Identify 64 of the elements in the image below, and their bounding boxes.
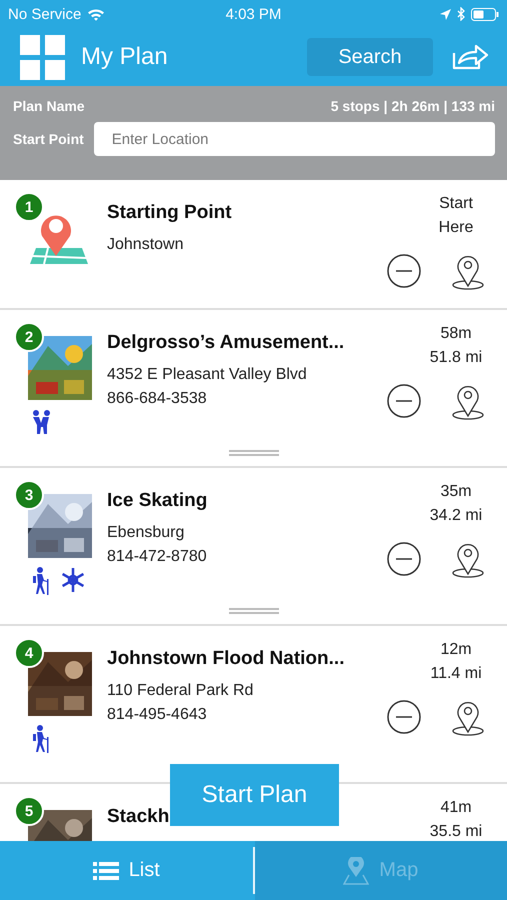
clock-text: 4:03 PM	[226, 6, 282, 22]
remove-stop-button[interactable]	[387, 254, 421, 290]
bluetooth-icon	[457, 7, 465, 21]
stop-title: Johnstown Flood Nation...	[107, 648, 346, 670]
travel-time-text: 35m	[440, 482, 472, 502]
remove-icon	[387, 254, 421, 288]
directions-button[interactable]	[451, 254, 485, 290]
wifi-icon	[87, 8, 106, 20]
distance-text: Here	[438, 218, 474, 238]
stop-title: Stackh	[107, 806, 170, 828]
travel-time-text: 41m	[440, 798, 472, 818]
distance-text: 51.8 mi	[430, 348, 482, 368]
stop-detail-text: Johnstown	[107, 236, 184, 254]
stop-title: Delgrosso’s Amusement...	[107, 332, 346, 354]
stop-detail-text: 110 Federal Park Rd	[107, 682, 254, 700]
battery-icon	[471, 8, 499, 20]
stop-number-badge: 1	[14, 192, 44, 222]
travel-time-text: Start	[439, 194, 473, 214]
stop-detail-text: Ebensburg	[107, 524, 186, 542]
directions-button[interactable]	[451, 384, 485, 420]
location-pin-icon	[451, 700, 485, 736]
share-icon[interactable]	[451, 43, 489, 71]
distance-text: 34.2 mi	[430, 506, 482, 526]
stop-detail-text: 866-684-3538	[107, 390, 208, 408]
stop-number-badge: 4	[14, 638, 44, 668]
location-arrow-icon	[440, 8, 451, 20]
stop-detail-text: 4352 E Pleasant Valley Blvd	[107, 366, 308, 384]
distance-text: 35.5 mi	[430, 822, 482, 841]
plan-summary: 5 stops | 2h 26m | 133 mi	[330, 98, 495, 114]
plan-name-label: Plan Name	[13, 98, 85, 114]
remove-stop-button[interactable]	[387, 542, 421, 578]
stop-row[interactable]: 1 Starting Point Johnstown Start Here	[0, 180, 507, 310]
stop-title: Ice Skating	[107, 490, 208, 512]
page-title: My Plan	[81, 43, 169, 71]
drag-handle[interactable]	[229, 608, 279, 614]
grid-menu-icon[interactable]	[20, 34, 65, 80]
start-point-label: Start Point	[13, 131, 84, 147]
stop-number-badge: 5	[14, 796, 44, 826]
remove-stop-button[interactable]	[387, 384, 421, 420]
location-pin-icon	[451, 384, 485, 420]
directions-button[interactable]	[451, 542, 485, 578]
stop-number-badge: 3	[14, 480, 44, 510]
travel-time-text: 58m	[440, 324, 472, 344]
stop-number-badge: 2	[14, 322, 44, 352]
remove-stop-button[interactable]	[387, 700, 421, 736]
distance-text: 11.4 mi	[430, 664, 482, 684]
remove-icon	[387, 542, 421, 576]
travel-time-text: 12m	[440, 640, 472, 660]
location-pin-icon	[451, 254, 485, 290]
location-pin-icon	[451, 542, 485, 578]
stop-detail-text: 814-472-8780	[107, 548, 208, 566]
remove-icon	[387, 384, 421, 418]
location-input-field[interactable]: Enter Location	[94, 122, 495, 156]
directions-button[interactable]	[451, 700, 485, 736]
stop-detail-text: 814-495-4643	[107, 706, 208, 724]
stop-row[interactable]: 2 Delgrosso’s Amusement... 4352 E Pleasant Valley Blvd 866-684-3538 58m 51.8 mi	[0, 310, 507, 468]
carrier-text: No Service	[8, 6, 82, 22]
stop-row[interactable]: 3 Ice Skating Ebensburg 814-472-8780 35m 34.2 mi	[0, 468, 507, 626]
snowflake-icon	[60, 567, 86, 593]
remove-icon	[387, 700, 421, 734]
drag-handle[interactable]	[229, 450, 279, 456]
list-icon	[92, 862, 119, 880]
stop-title: Starting Point	[107, 202, 233, 224]
map-pin-icon	[343, 856, 370, 884]
